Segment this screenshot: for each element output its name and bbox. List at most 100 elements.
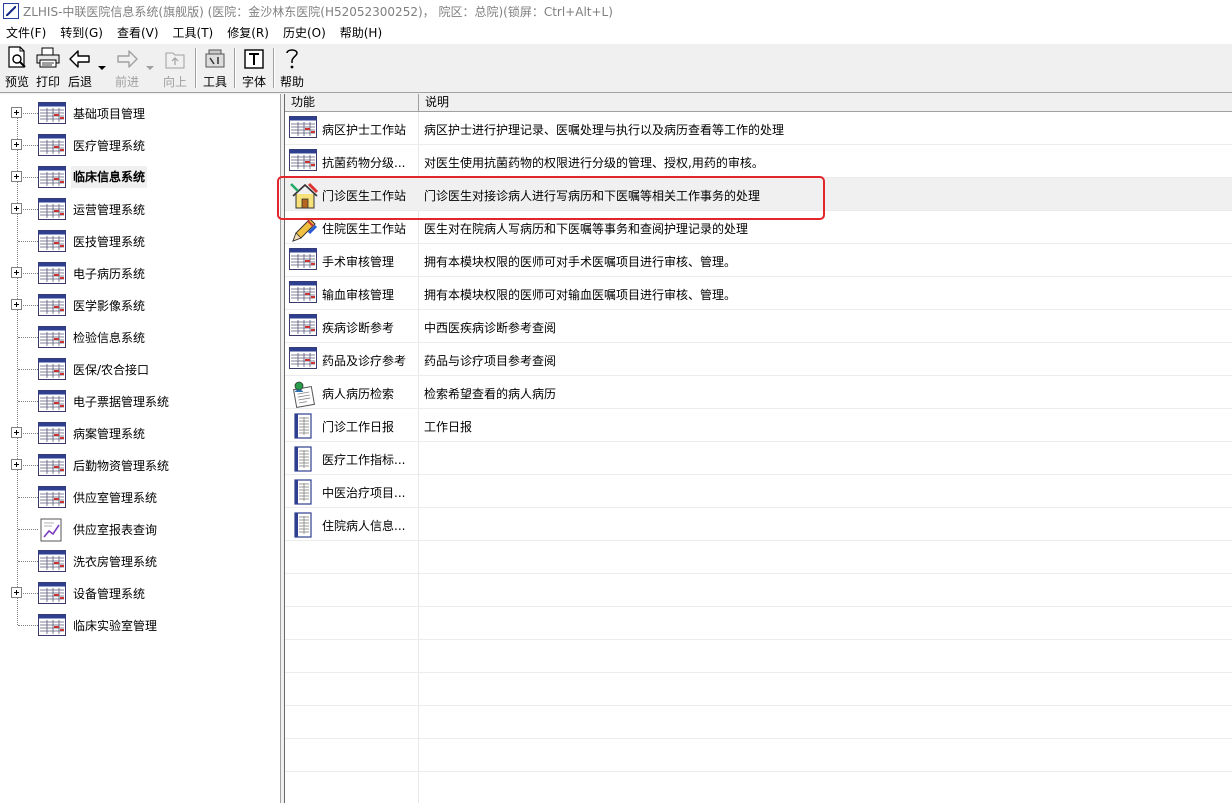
tree-connector [18, 497, 38, 498]
list-row[interactable]: 输血审核管理 拥有本模块权限的医师可对输血医嘱项目进行审核、管理。 [285, 277, 1232, 310]
tree-item[interactable]: 医疗管理系统 [0, 129, 280, 161]
menu-tools[interactable]: 工具(T) [166, 24, 221, 41]
list-row[interactable]: 中医治疗项目... [285, 475, 1232, 508]
tree-item[interactable]: 病案管理系统 [0, 417, 280, 449]
tools-label: 工具 [202, 75, 227, 89]
report-sheet-icon [289, 446, 317, 472]
tree-item[interactable]: 电子病历系统 [0, 257, 280, 289]
tree-item[interactable]: 医学影像系统 [0, 289, 280, 321]
tree-item-label: 医学影像系统 [73, 299, 146, 313]
function-name: 门诊医生工作站 [322, 189, 407, 203]
menu-history[interactable]: 历史(O) [276, 24, 333, 41]
tree-item-label: 临床信息系统 [71, 166, 148, 188]
tools-button[interactable]: 工具 [201, 46, 229, 90]
list-row[interactable]: 疾病诊断参考 中西医疾病诊断参考查阅 [285, 310, 1232, 343]
table-window-icon [38, 102, 66, 124]
report-sheet-icon [289, 512, 317, 538]
function-name: 病区护士工作站 [322, 123, 407, 137]
tree-item-label: 医疗管理系统 [73, 139, 146, 153]
list-row[interactable]: 门诊工作日报 工作日报 [285, 409, 1232, 442]
up-button[interactable]: 向上 [161, 46, 189, 90]
preview-button[interactable]: 预览 [3, 46, 31, 90]
toolbar-separator [273, 48, 275, 88]
expand-plus-icon[interactable] [11, 203, 22, 214]
tree-item-label: 医保/农合接口 [73, 363, 150, 377]
tree-item[interactable]: 临床实验室管理 [0, 609, 280, 641]
printer-icon [36, 47, 60, 68]
menu-goto[interactable]: 转到(G) [53, 24, 110, 41]
tree-item[interactable]: 供应室报表查询 [0, 513, 280, 545]
function-list: 功能 说明 病区护士工作站 病区护士进行护理记录、医嘱处理与执行以及病历查看等工作… [284, 94, 1232, 803]
expand-plus-icon[interactable] [11, 299, 22, 310]
function-description: 拥有本模块权限的医师可对输血医嘱项目进行审核、管理。 [424, 288, 737, 302]
list-row[interactable]: 手术审核管理 拥有本模块权限的医师可对手术医嘱项目进行审核、管理。 [285, 244, 1232, 277]
table-window-icon [38, 550, 66, 572]
tree-item[interactable]: 电子票据管理系统 [0, 385, 280, 417]
function-name: 病人病历检索 [322, 387, 395, 401]
table-window-icon [38, 262, 66, 284]
list-row[interactable]: 住院病人信息... [285, 508, 1232, 541]
font-button[interactable]: 字体 [240, 46, 268, 90]
help-button[interactable]: 帮助 [278, 46, 306, 90]
function-name: 输血审核管理 [322, 288, 395, 302]
column-header-function[interactable]: 功能 [285, 94, 419, 111]
expand-plus-icon[interactable] [11, 267, 22, 278]
expand-plus-icon[interactable] [11, 587, 22, 598]
function-description: 工作日报 [424, 420, 473, 434]
expand-plus-icon[interactable] [11, 107, 22, 118]
list-row[interactable]: 病区护士工作站 病区护士进行护理记录、医嘱处理与执行以及病历查看等工作的处理 [285, 112, 1232, 145]
expand-plus-icon[interactable] [11, 139, 22, 150]
back-dropdown-icon[interactable] [98, 66, 106, 70]
empty-list-row [285, 574, 1232, 607]
tree-item[interactable]: 医保/农合接口 [0, 353, 280, 385]
tree-item[interactable]: 检验信息系统 [0, 321, 280, 353]
expand-plus-icon[interactable] [11, 171, 22, 182]
menu-view[interactable]: 查看(V) [110, 24, 166, 41]
function-description: 病区护士进行护理记录、医嘱处理与执行以及病历查看等工作的处理 [424, 123, 785, 137]
preview-icon [8, 46, 26, 68]
menu-help[interactable]: 帮助(H) [333, 24, 389, 41]
up-label: 向上 [162, 75, 187, 89]
arrow-left-icon [69, 50, 90, 68]
expand-plus-icon[interactable] [11, 427, 22, 438]
tree-item-label: 电子病历系统 [73, 267, 146, 281]
function-name: 医疗工作指标... [322, 453, 406, 467]
tree-item[interactable]: 设备管理系统 [0, 577, 280, 609]
function-name: 住院医生工作站 [322, 222, 407, 236]
table-window-icon [38, 166, 66, 188]
list-header: 功能 说明 [285, 94, 1232, 112]
forward-button[interactable]: 前进 [113, 46, 141, 90]
tree-item[interactable]: 后勤物资管理系统 [0, 449, 280, 481]
function-name: 药品及诊疗参考 [322, 354, 407, 368]
forward-dropdown-icon[interactable] [146, 66, 154, 70]
tools-icon [205, 49, 225, 68]
list-row[interactable]: 住院医生工作站 医生对在院病人写病历和下医嘱等事务和查阅护理记录的处理 [285, 211, 1232, 244]
back-button[interactable]: 后退 [66, 46, 94, 90]
tree-item[interactable]: 基础项目管理 [0, 97, 280, 129]
menu-file[interactable]: 文件(F) [0, 24, 53, 41]
print-button[interactable]: 打印 [34, 46, 62, 90]
list-row[interactable]: 抗菌药物分级... 对医生使用抗菌药物的权限进行分级的管理、授权,用药的审核。 [285, 145, 1232, 178]
arrow-right-icon [117, 50, 138, 68]
list-row[interactable]: 门诊医生工作站 门诊医生对接诊病人进行写病历和下医嘱等相关工作事务的处理 [285, 178, 1232, 211]
tree-item-label: 后勤物资管理系统 [73, 459, 170, 473]
tree-connector [18, 401, 38, 402]
list-row[interactable]: 病人病历检索 检索希望查看的病人病历 [285, 376, 1232, 409]
print-label: 打印 [35, 75, 60, 89]
function-description: 检索希望查看的病人病历 [424, 387, 557, 401]
menu-repair[interactable]: 修复(R) [220, 24, 276, 41]
list-row[interactable]: 医疗工作指标... [285, 442, 1232, 475]
tree-item-label: 检验信息系统 [73, 331, 146, 345]
tree-item[interactable]: 医技管理系统 [0, 225, 280, 257]
expand-plus-icon[interactable] [11, 459, 22, 470]
function-name: 住院病人信息... [322, 519, 406, 533]
patient-record-icon [289, 380, 317, 409]
list-row[interactable]: 药品及诊疗参考 药品与诊疗项目参考查阅 [285, 343, 1232, 376]
column-header-description[interactable]: 说明 [419, 94, 1232, 111]
tree-item-label: 洗衣房管理系统 [73, 555, 158, 569]
tree-item[interactable]: 供应室管理系统 [0, 481, 280, 513]
tree-item[interactable]: 洗衣房管理系统 [0, 545, 280, 577]
tree-item[interactable]: 运营管理系统 [0, 193, 280, 225]
table-window-icon [289, 314, 317, 338]
tree-item[interactable]: 临床信息系统 [0, 161, 280, 193]
